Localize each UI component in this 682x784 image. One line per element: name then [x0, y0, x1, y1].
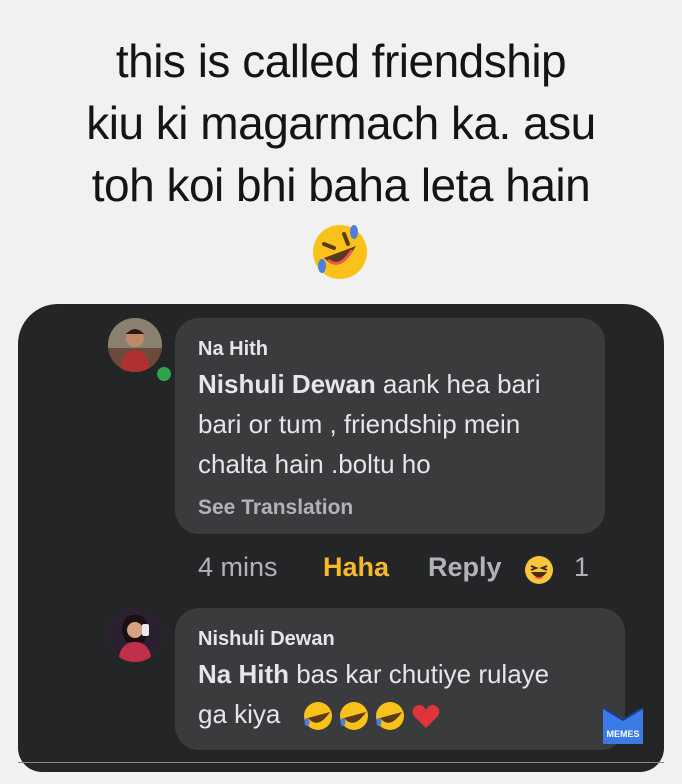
avatar-na-hith[interactable]: [108, 318, 162, 372]
comment-author[interactable]: Na Hith: [198, 338, 268, 361]
comment-text: Nishuli Dewan aank hea bari bari or tum …: [198, 364, 598, 484]
comment-text: Na Hith bas kar chutiye rulaye ga kiya: [198, 654, 618, 734]
haha-reaction-icon[interactable]: [524, 555, 554, 592]
divider: [18, 762, 664, 763]
memes-watermark-logo: MEMES: [603, 708, 643, 744]
reaction-count[interactable]: 1: [574, 552, 589, 583]
caption-line-1: this is called friendship: [115, 35, 567, 87]
comment-actions: 4 mins Haha Reply 1: [198, 552, 618, 588]
meme-caption: this is called friendship kiu ki magarma…: [0, 30, 682, 216]
laughing-emojis-icon: [304, 702, 440, 730]
caption-line-3: toh koi bhi baha leta hain: [91, 159, 591, 211]
mention-link[interactable]: Nishuli Dewan: [198, 369, 376, 399]
comment-text-line-2: ga kiya: [198, 699, 281, 729]
caption-line-2: kiu ki magarmach ka. asu: [86, 97, 596, 149]
comment-text-line-1: aank hea bari: [375, 369, 541, 399]
comment-text-line-2: bari or tum , friendship mein: [198, 409, 521, 439]
comments-panel: Na Hith Nishuli Dewan aank hea bari bari…: [18, 304, 664, 772]
comment-author[interactable]: Nishuli Dewan: [198, 628, 335, 651]
watermark-label: MEMES: [606, 729, 640, 739]
mention-link[interactable]: Na Hith: [198, 659, 289, 689]
see-translation-link[interactable]: See Translation: [198, 496, 353, 520]
rofl-emoji-icon: [313, 225, 367, 279]
online-status-indicator: [154, 364, 174, 384]
comment-text-line-3: chalta hain .boltu ho: [198, 449, 431, 479]
haha-reaction-button[interactable]: Haha: [323, 552, 389, 583]
avatar-nishuli-dewan[interactable]: [108, 608, 162, 662]
comment-text-line-1: bas kar chutiye rulaye: [289, 659, 550, 689]
comment-bubble-1: Na Hith Nishuli Dewan aank hea bari bari…: [175, 318, 605, 534]
comment-bubble-2: Nishuli Dewan Na Hith bas kar chutiye ru…: [175, 608, 625, 750]
reply-button[interactable]: Reply: [428, 552, 502, 583]
comment-timestamp: 4 mins: [198, 552, 278, 582]
